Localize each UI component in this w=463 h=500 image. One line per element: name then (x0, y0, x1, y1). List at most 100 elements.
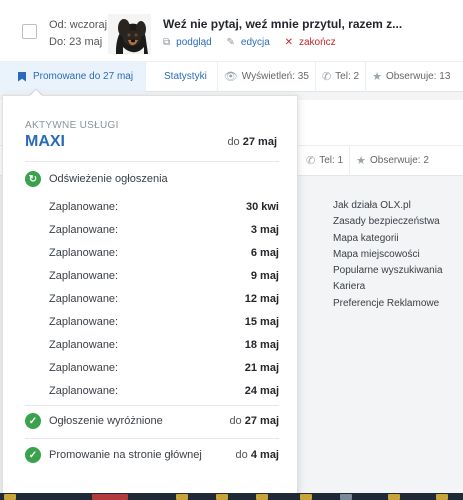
promoted-label: Promowane do 27 maj (33, 71, 134, 82)
taskbar-icon[interactable] (436, 494, 448, 500)
schedule-row: Zaplanowane: 9 maj (49, 270, 279, 282)
footer-link[interactable]: Kariera (333, 279, 443, 295)
schedule-date: 9 maj (250, 270, 279, 282)
featured-label: Ogłoszenie wyróżnione (49, 415, 163, 427)
schedule-date: 24 maj (244, 385, 279, 397)
schedule-row: Zaplanowane: 15 maj (49, 316, 279, 328)
taskbar-icon[interactable] (4, 494, 16, 500)
watchers-label: Obserwuje: 13 (385, 71, 451, 82)
taskbar-icon[interactable] (92, 494, 128, 500)
listing-dates: Od: wczoraj Do: 23 maj (49, 17, 107, 51)
edit-link[interactable]: ✎ edycja (227, 37, 276, 48)
schedule-label: Zaplanowane: (49, 316, 119, 328)
footer-links: Jak działa OLX.pl Zasady bezpieczeństwa … (333, 198, 443, 312)
schedule-row: Zaplanowane: 30 kwi (49, 201, 279, 213)
close-icon: ✕ (284, 37, 293, 48)
homepage-service: ✓ Promowanie na stronie głównej do 4 maj (25, 447, 279, 463)
taskbar-icon[interactable] (256, 494, 268, 500)
schedule-label: Zaplanowane: (49, 293, 119, 305)
plan-until: do 27 maj (227, 136, 277, 148)
phone-stat: ✆ Tel: 2 (316, 61, 367, 92)
listing-thumbnail[interactable] (108, 14, 151, 54)
schedule-label: Zaplanowane: (49, 270, 119, 282)
schedule-row: Zaplanowane: 24 maj (49, 385, 279, 397)
watchers-stat-2: ★ Obserwuje: 2 (350, 146, 435, 176)
preview-link-label: podgląd (176, 37, 212, 48)
phone-stat-2: ✆ Tel: 1 (300, 145, 351, 176)
featured-until-date: 27 maj (244, 415, 279, 427)
divider (25, 438, 279, 439)
schedule-date: 21 maj (244, 362, 279, 374)
checkmark-icon: ✓ (25, 447, 41, 463)
listing-title[interactable]: Weź nie pytaj, weź mnie przytul, razem z… (163, 17, 402, 31)
schedule-date: 12 maj (244, 293, 279, 305)
taskbar-icon[interactable] (216, 494, 228, 500)
listing-card: Od: wczoraj Do: 23 maj Weź nie pytaj, we… (0, 0, 463, 92)
preview-link[interactable]: ⧉ podgląd (163, 37, 218, 48)
schedule-row: Zaplanowane: 6 maj (49, 247, 279, 259)
featured-until: do 27 maj (229, 415, 279, 427)
schedule-row: Zaplanowane: 18 maj (49, 339, 279, 351)
external-link-icon: ⧉ (163, 37, 171, 48)
taskbar-icon[interactable] (300, 494, 312, 500)
schedule-date: 30 kwi (245, 201, 279, 213)
phone-label-2: Tel: 1 (319, 155, 344, 166)
divider (25, 405, 279, 406)
taskbar-icon[interactable] (176, 494, 188, 500)
schedule-date: 6 maj (250, 247, 279, 259)
phone-icon: ✆ (321, 71, 332, 83)
views-label: Wyświetleń: 35 (241, 71, 309, 82)
watchers-stat: ★ Obserwuje: 13 (366, 62, 456, 92)
edit-link-label: edycja (240, 37, 270, 48)
listing-date-to: Do: 23 maj (49, 36, 103, 48)
schedule-label: Zaplanowane: (49, 201, 119, 213)
schedule-row: Zaplanowane: 12 maj (49, 293, 279, 305)
checkmark-icon: ✓ (25, 413, 41, 429)
end-link-label: zakończ (298, 37, 336, 48)
popup-caret-inner (30, 90, 42, 96)
homepage-label: Promowanie na stronie głównej (49, 449, 202, 461)
statistics-link[interactable]: Statystyki (146, 61, 218, 92)
star-icon: ★ (372, 71, 382, 83)
refresh-label: Odświeżenie ogłoszenia (49, 173, 168, 185)
listing-checkbox[interactable] (22, 24, 37, 39)
phone-icon: ✆ (306, 155, 316, 167)
footer-link[interactable]: Preferencje Reklamowe (333, 296, 443, 312)
footer-link[interactable]: Mapa miejscowości (333, 247, 443, 263)
schedule-date: 3 maj (250, 224, 279, 236)
footer-link[interactable]: Zasady bezpieczeństwa (333, 214, 443, 230)
homepage-until-date: 4 maj (250, 449, 279, 461)
schedule-label: Zaplanowane: (49, 362, 119, 374)
pencil-icon: ✎ (226, 37, 235, 48)
schedule-label: Zaplanowane: (49, 339, 119, 351)
schedule-label: Zaplanowane: (49, 224, 119, 236)
listing-stat-bar: Promowane do 27 maj Statystyki 👁 Wyświet… (0, 61, 463, 92)
schedule-date: 18 maj (244, 339, 279, 351)
plan-name: MAXI (25, 133, 65, 150)
refresh-icon: ↻ (25, 171, 41, 187)
refresh-service: ↻ Odświeżenie ogłoszenia (25, 171, 279, 187)
schedule-label: Zaplanowane: (49, 385, 119, 397)
footer-link[interactable]: Mapa kategorii (333, 231, 443, 247)
schedule-date: 15 maj (244, 316, 279, 328)
plan-until-prefix: do (227, 136, 240, 148)
homepage-until: do 4 maj (236, 449, 279, 461)
end-link[interactable]: ✕ zakończ (285, 37, 342, 48)
schedule-row: Zaplanowane: 3 maj (49, 224, 279, 236)
phone-label: Tel: 2 (335, 71, 360, 82)
taskbar-icon[interactable] (388, 494, 400, 500)
star-icon: ★ (356, 155, 366, 167)
schedule-label: Zaplanowane: (49, 247, 119, 259)
footer-link[interactable]: Jak działa OLX.pl (333, 198, 443, 214)
divider (25, 161, 279, 162)
listing-date-from: Od: wczoraj (49, 19, 108, 31)
schedule-row: Zaplanowane: 21 maj (49, 362, 279, 374)
eye-icon: 👁 (223, 71, 238, 83)
views-stat: 👁 Wyświetleń: 35 (218, 61, 316, 92)
featured-until-prefix: do (229, 415, 242, 427)
taskbar-icon[interactable] (340, 494, 352, 500)
plan-until-date: 27 maj (242, 136, 277, 148)
promoted-tab[interactable]: Promowane do 27 maj (0, 61, 146, 92)
listing-actions: ⧉ podgląd ✎ edycja ✕ zakończ (163, 37, 348, 48)
footer-link[interactable]: Popularne wyszukiwania (333, 263, 443, 279)
